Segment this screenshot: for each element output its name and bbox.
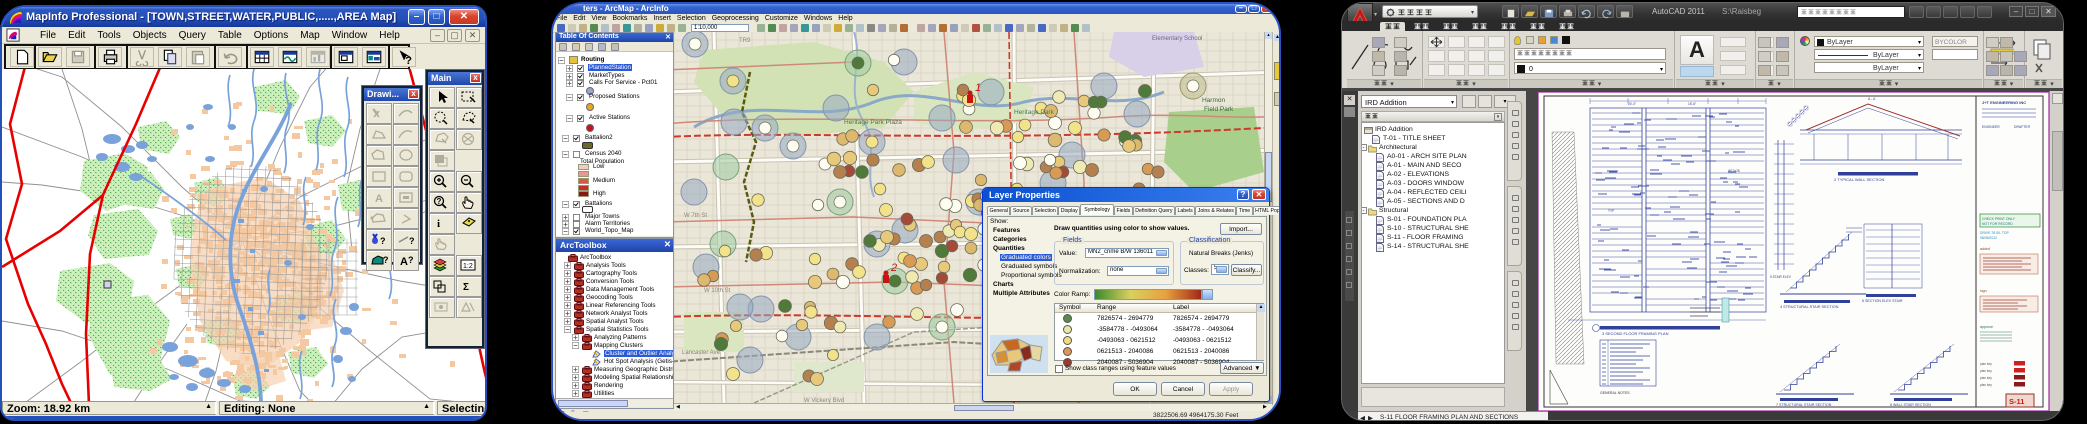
svg-text:W12x26: W12x26: [1728, 169, 1740, 173]
svg-text:?: ?: [405, 55, 412, 66]
svg-text:Heritage Park Plaza: Heritage Park Plaza: [844, 119, 902, 126]
svg-text:08/06/2012: 08/06/2012: [1980, 236, 1997, 240]
svg-text:NOT FOR RECORD: NOT FOR RECORD: [1982, 222, 2013, 226]
svg-text:Lancaster Ave: Lancaster Ave: [682, 350, 721, 356]
svg-text:2: 2: [890, 262, 897, 274]
svg-text:A - A: A - A: [1868, 97, 1876, 101]
svg-text:i: i: [437, 218, 440, 230]
svg-text:Harmon: Harmon: [1202, 97, 1226, 104]
svg-text:DRIVE 78 S/L TOP: DRIVE 78 S/L TOP: [1980, 231, 2010, 235]
svg-text:added: added: [1980, 247, 1990, 251]
svg-text:4 STRUCTURAL STAIR SECTION: 4 STRUCTURAL STAIR SECTION: [1780, 305, 1839, 309]
svg-text:7 STRUCTURAL STAIR SECTION: 7 STRUCTURAL STAIR SECTION: [1776, 403, 1832, 407]
svg-text:TR9: TR9: [739, 38, 751, 44]
svg-text:1: 1: [975, 82, 981, 94]
svg-text:2 TYPICAL WALL SECTION: 2 TYPICAL WALL SECTION: [1834, 177, 1884, 182]
svg-text:Field Park: Field Park: [1204, 106, 1234, 113]
svg-text:18'-6": 18'-6": [1688, 102, 1696, 106]
svg-text:GENERAL NOTES: GENERAL NOTES: [1600, 391, 1630, 395]
svg-text:plan key: plan key: [1980, 362, 1992, 366]
svg-text:1:2: 1:2: [463, 263, 473, 270]
svg-text:approve: approve: [1980, 325, 1993, 329]
svg-text:6 SECTION ELEV STAIR: 6 SECTION ELEV STAIR: [1862, 299, 1903, 303]
svg-text:DRAFTER: DRAFTER: [2014, 125, 2031, 129]
svg-text:24'-0": 24'-0": [1628, 102, 1636, 106]
svg-text:TYP: TYP: [1608, 209, 1614, 213]
svg-text:8 WALL STAIR SECTION: 8 WALL STAIR SECTION: [1890, 403, 1931, 407]
svg-text:?: ?: [409, 236, 415, 246]
svg-text:plan key: plan key: [1980, 383, 1992, 387]
svg-text:Σ: Σ: [463, 282, 469, 293]
svg-text:W 7th St: W 7th St: [684, 213, 707, 219]
svg-text:ENGINEER: ENGINEER: [1982, 125, 2000, 129]
svg-text:A: A: [375, 193, 383, 205]
svg-text:J+T ENGINEERING INC: J+T ENGINEERING INC: [1982, 100, 2026, 105]
svg-text:3 SECOND FLOOR FRAMING PLAN: 3 SECOND FLOOR FRAMING PLAN: [1602, 331, 1669, 336]
svg-text:plan key: plan key: [1980, 376, 1992, 380]
svg-text:?: ?: [437, 197, 442, 206]
svg-text:?: ?: [383, 255, 389, 265]
svg-text:W 10th St: W 10th St: [704, 288, 731, 294]
svg-text:sign: sign: [1980, 289, 1987, 293]
svg-text:S-11: S-11: [2009, 397, 2024, 406]
svg-text:plan key: plan key: [1980, 369, 1992, 373]
svg-text:Nash: Nash: [1154, 32, 1168, 34]
svg-text:A: A: [400, 256, 408, 268]
svg-text:5 STAIR ELEV: 5 STAIR ELEV: [1770, 275, 1792, 279]
svg-text:Elementary School: Elementary School: [1152, 36, 1202, 42]
svg-text:CHECK PRINT ONLY: CHECK PRINT ONLY: [1982, 217, 2016, 221]
svg-text:Heritage Park: Heritage Park: [1014, 109, 1054, 116]
svg-text:?: ?: [380, 236, 386, 246]
svg-text:?: ?: [408, 255, 414, 265]
